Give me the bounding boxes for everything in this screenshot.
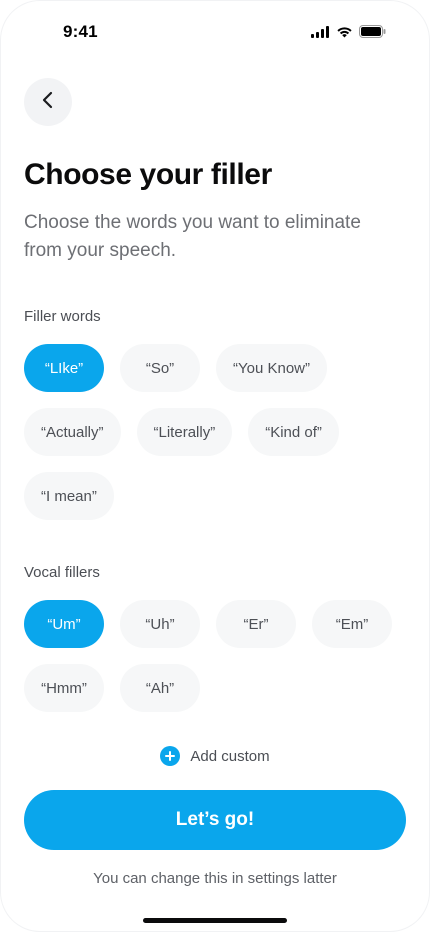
chip-er[interactable]: “Er” xyxy=(216,600,296,648)
chip-hmm[interactable]: “Hmm” xyxy=(24,664,104,712)
page-title: Choose your filler xyxy=(24,158,272,191)
chip-i-mean[interactable]: “I mean” xyxy=(24,472,114,520)
chip-actually[interactable]: “Actually” xyxy=(24,408,121,456)
filler-words-chips: “LIke” “So” “You Know” “Actually” “Liter… xyxy=(24,344,406,520)
status-icons xyxy=(311,25,386,38)
add-custom-label: Add custom xyxy=(190,747,270,765)
plus-circle-icon xyxy=(160,746,181,766)
chip-you-know[interactable]: “You Know” xyxy=(216,344,327,392)
page-subtitle: Choose the words you want to eliminate f… xyxy=(24,212,361,261)
chip-um[interactable]: “Um” xyxy=(24,600,104,648)
screen: 9:41 Choose your filler Choose the words… xyxy=(0,0,430,932)
chip-em[interactable]: “Em” xyxy=(312,600,392,648)
chip-kind-of[interactable]: “Kind of” xyxy=(248,408,339,456)
vocal-fillers-chips: “Um” “Uh” “Er” “Em” “Hmm” “Ah” xyxy=(24,600,406,712)
wifi-icon xyxy=(336,26,353,38)
signal-icon xyxy=(311,25,330,38)
status-time: 9:41 xyxy=(63,22,98,41)
chip-uh[interactable]: “Uh” xyxy=(120,600,200,648)
chip-ah[interactable]: “Ah” xyxy=(120,664,200,712)
filler-words-label: Filler words xyxy=(24,308,101,325)
home-indicator xyxy=(143,918,287,923)
status-bar: 9:41 xyxy=(0,0,430,64)
settings-footnote: You can change this in settings latter xyxy=(93,870,337,887)
add-custom-button[interactable]: Add custom xyxy=(0,746,430,766)
lets-go-button[interactable]: Let’s go! xyxy=(24,790,406,850)
chip-like[interactable]: “LIke” xyxy=(24,344,104,392)
battery-icon xyxy=(359,25,386,38)
vocal-fillers-label: Vocal fillers xyxy=(24,564,100,581)
chip-literally[interactable]: “Literally” xyxy=(136,408,233,456)
back-button[interactable] xyxy=(24,78,72,126)
chevron-left-icon xyxy=(41,91,55,114)
chip-so[interactable]: “So” xyxy=(120,344,200,392)
